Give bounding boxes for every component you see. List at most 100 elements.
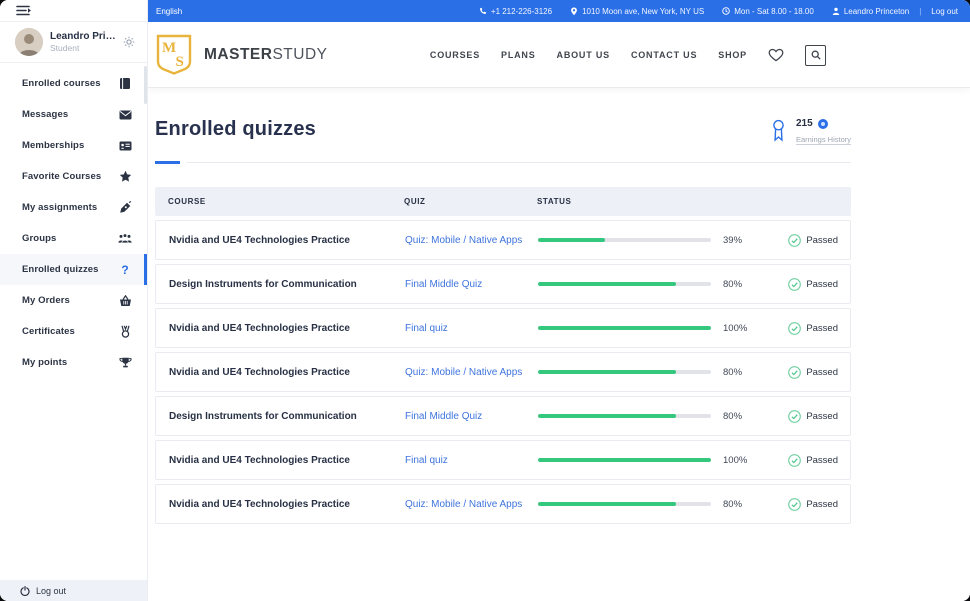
person-icon bbox=[832, 7, 840, 15]
status-label: Passed bbox=[806, 234, 838, 246]
table-row: Nvidia and UE4 Technologies Practice Fin… bbox=[155, 440, 851, 480]
status-badge: Passed bbox=[788, 365, 838, 379]
status-cell: 100% Passed bbox=[538, 321, 850, 335]
status-label: Passed bbox=[806, 366, 838, 378]
topbar-phone: +1 212-226-3126 bbox=[479, 7, 552, 16]
progress-percent: 80% bbox=[723, 410, 743, 422]
progress-fill bbox=[538, 414, 677, 418]
quiz-link[interactable]: Quiz: Mobile / Native Apps bbox=[405, 499, 538, 510]
sidebar-item-label: My assignments bbox=[22, 202, 98, 213]
sidebar-user-info: Leandro Prince... Student bbox=[50, 31, 116, 53]
table-row: Nvidia and UE4 Technologies Practice Qui… bbox=[155, 484, 851, 524]
progress-percent: 80% bbox=[723, 366, 743, 378]
topbar-user[interactable]: Leandro Princeton bbox=[832, 7, 909, 16]
nav-shop[interactable]: SHOP bbox=[718, 50, 747, 60]
sidebar-item-my-points[interactable]: My points bbox=[0, 347, 147, 378]
nav-contact-us[interactable]: CONTACT US bbox=[631, 50, 697, 60]
sidebar-item-label: Messages bbox=[22, 109, 69, 120]
quiz-link[interactable]: Final quiz bbox=[405, 323, 538, 334]
avatar[interactable] bbox=[15, 28, 43, 56]
course-name: Nvidia and UE4 Technologies Practice bbox=[169, 454, 350, 466]
logo[interactable]: M S MASTERSTUDY bbox=[155, 34, 328, 75]
quiz-link[interactable]: Final Middle Quiz bbox=[405, 411, 538, 422]
sidebar-item-label: Favorite Courses bbox=[22, 171, 102, 182]
nav-courses[interactable]: COURSES bbox=[430, 50, 480, 60]
column-quiz: QUIZ bbox=[404, 197, 426, 206]
sidebar-user-card: Leandro Prince... Student bbox=[0, 22, 147, 63]
language-selector[interactable]: English bbox=[156, 7, 182, 16]
nav-plans[interactable]: PLANS bbox=[501, 50, 536, 60]
collapse-sidebar-icon[interactable] bbox=[16, 5, 32, 16]
page-title: Enrolled quizzes bbox=[155, 118, 317, 140]
topbar-logout-link[interactable]: Log out bbox=[931, 7, 958, 16]
quizzes-table: COURSE QUIZ STATUS Nvidia and UE4 Techno… bbox=[155, 187, 851, 524]
points-value: 215 bbox=[795, 118, 813, 129]
site-header: M S MASTERSTUDY COURSES PLANS ABOUT US C… bbox=[148, 22, 970, 88]
sidebar-item-groups[interactable]: Groups bbox=[0, 223, 147, 254]
status-badge: Passed bbox=[788, 233, 838, 247]
nav-about-us[interactable]: ABOUT US bbox=[557, 50, 610, 60]
divider-accent bbox=[155, 161, 180, 164]
user-role: Student bbox=[50, 43, 80, 53]
progress-fill bbox=[538, 238, 606, 242]
power-icon bbox=[20, 585, 30, 596]
progress-percent: 80% bbox=[723, 498, 743, 510]
progress-fill bbox=[538, 458, 711, 462]
sidebar-item-certificates[interactable]: Certificates bbox=[0, 316, 147, 347]
sidebar-item-favorite-courses[interactable]: Favorite Courses bbox=[0, 161, 147, 192]
status-badge: Passed bbox=[788, 321, 838, 335]
logo-word-primary: MASTER bbox=[204, 45, 273, 63]
table-row: Nvidia and UE4 Technologies Practice Fin… bbox=[155, 308, 851, 348]
quiz-link[interactable]: Quiz: Mobile / Native Apps bbox=[405, 235, 538, 246]
sidebar-logout[interactable]: Log out bbox=[0, 580, 147, 601]
logo-word-secondary: STUDY bbox=[272, 45, 328, 63]
basket-icon bbox=[118, 294, 132, 307]
check-circle-icon bbox=[788, 321, 802, 335]
sidebar-item-enrolled-courses[interactable]: Enrolled courses bbox=[0, 68, 147, 99]
logout-label: Log out bbox=[36, 585, 67, 596]
sidebar-item-my-assignments[interactable]: My assignments bbox=[0, 192, 147, 223]
status-cell: 80% Passed bbox=[538, 409, 850, 423]
sidebar-item-my-orders[interactable]: My Orders bbox=[0, 285, 147, 316]
status-label: Passed bbox=[806, 322, 838, 334]
quiz-link[interactable]: Final quiz bbox=[405, 455, 538, 466]
check-circle-icon bbox=[788, 233, 802, 247]
points-row: 215 bbox=[796, 118, 851, 129]
sidebar-scrollbar[interactable] bbox=[144, 66, 147, 104]
sidebar-item-memberships[interactable]: Memberships bbox=[0, 130, 147, 161]
sidebar-item-messages[interactable]: Messages bbox=[0, 99, 147, 130]
sidebar-item-label: Enrolled courses bbox=[22, 78, 101, 89]
wishlist-heart-icon[interactable] bbox=[768, 48, 784, 62]
course-name: Nvidia and UE4 Technologies Practice bbox=[169, 498, 350, 510]
course-name: Design Instruments for Communication bbox=[169, 278, 357, 290]
star-icon bbox=[118, 170, 132, 183]
earnings-info: 215 Earnings History bbox=[795, 118, 851, 147]
hours-text: Mon - Sat 8.00 - 18.00 bbox=[734, 6, 814, 16]
progress-fill bbox=[538, 326, 711, 330]
status-cell: 100% Passed bbox=[538, 453, 850, 467]
sidebar-item-enrolled-quizzes[interactable]: Enrolled quizzes ? bbox=[0, 254, 147, 285]
progress-percent: 80% bbox=[723, 278, 743, 290]
course-name: Nvidia and UE4 Technologies Practice bbox=[169, 234, 350, 246]
settings-gear-icon[interactable] bbox=[123, 36, 135, 48]
progress-percent: 39% bbox=[723, 234, 743, 246]
search-button[interactable] bbox=[805, 44, 826, 66]
app-window: Leandro Prince... Student Enrolled cours… bbox=[0, 0, 970, 601]
status-label: Passed bbox=[806, 278, 838, 290]
earnings-history-link[interactable]: Earnings History bbox=[795, 135, 851, 145]
sidebar-item-label: My points bbox=[22, 357, 68, 368]
table-row: Nvidia and UE4 Technologies Practice Qui… bbox=[155, 352, 851, 392]
status-cell: 80% Passed bbox=[538, 365, 850, 379]
medal-icon bbox=[118, 325, 132, 338]
status-label: Passed bbox=[806, 454, 838, 466]
status-badge: Passed bbox=[788, 277, 838, 291]
search-icon bbox=[811, 50, 821, 60]
sidebar-item-label: Enrolled quizzes bbox=[22, 264, 99, 275]
check-circle-icon bbox=[788, 365, 802, 379]
progress-bar bbox=[538, 458, 711, 462]
topbar-address: 1010 Moon ave, New York, NY US bbox=[570, 7, 704, 16]
progress-fill bbox=[538, 502, 677, 506]
quiz-link[interactable]: Final Middle Quiz bbox=[405, 279, 538, 290]
phone-number: +1 212-226-3126 bbox=[490, 6, 553, 16]
quiz-link[interactable]: Quiz: Mobile / Native Apps bbox=[405, 367, 538, 378]
